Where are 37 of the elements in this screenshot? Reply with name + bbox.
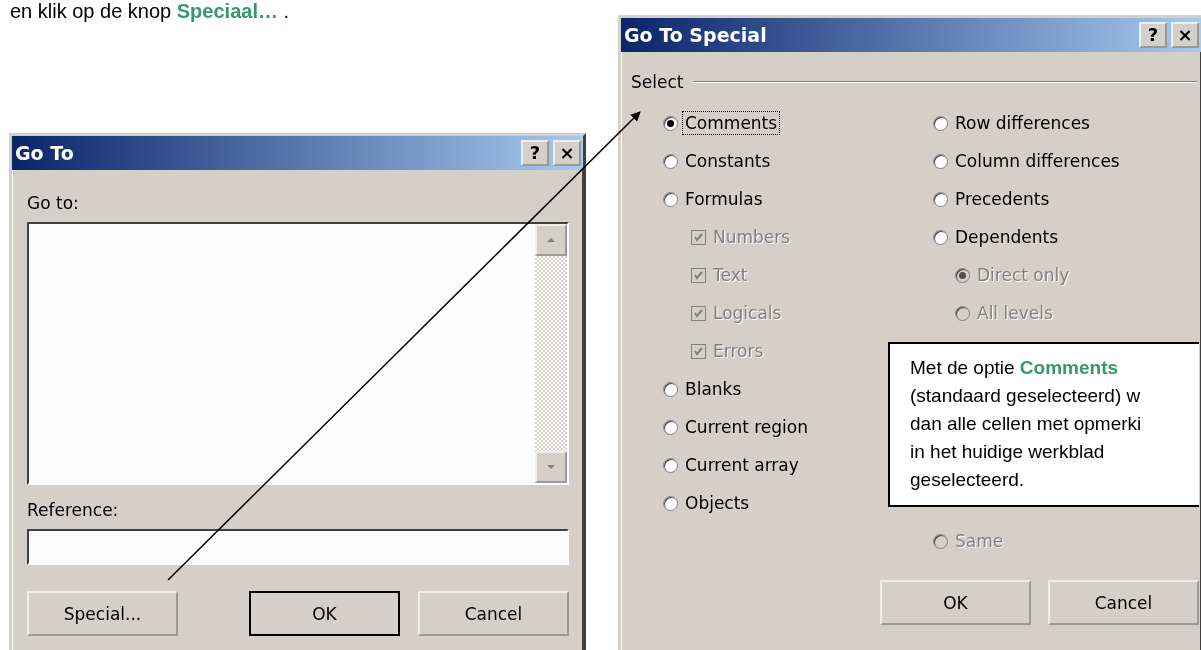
scrollbar[interactable] — [535, 224, 567, 483]
dialog-button[interactable]: OK — [880, 580, 1031, 625]
radio-button[interactable]: Current array — [663, 446, 806, 484]
field-label: Go to: — [27, 192, 79, 214]
close-button[interactable]: × — [553, 140, 581, 166]
dialog-button[interactable]: Cancel — [418, 591, 569, 636]
callout-text: (standaard geselecteerd) w — [910, 384, 1141, 408]
scroll-down-button[interactable] — [535, 451, 567, 483]
help-button[interactable]: ? — [521, 140, 549, 166]
dialog-button[interactable]: Cancel — [1048, 580, 1199, 625]
radio-button[interactable]: Current region — [663, 408, 816, 446]
triangle-down-icon — [545, 462, 557, 472]
callout-text: Met de optie Comments — [910, 356, 1119, 380]
radio-button[interactable]: Precedents — [933, 180, 1201, 218]
group-label: Select — [631, 72, 684, 92]
list-box[interactable] — [27, 222, 569, 485]
radio-button[interactable]: Dependents — [933, 218, 1201, 256]
dialog-button[interactable]: Special... — [27, 591, 178, 636]
window-title: Go To Special — [624, 24, 768, 46]
close-button[interactable]: × — [1171, 22, 1199, 48]
scroll-up-button[interactable] — [535, 224, 567, 256]
instruction-text: en klik op de knop Speciaal… . — [10, 0, 290, 23]
radio-button[interactable]: Row differences — [933, 104, 1201, 142]
radio-button[interactable]: Constants — [663, 142, 778, 180]
radio-button[interactable]: Blanks — [663, 370, 749, 408]
radio-button[interactable]: Formulas — [663, 180, 770, 218]
callout-text: in het huidige werkblad — [910, 440, 1105, 464]
window-title: Go To — [15, 142, 75, 164]
radio-button[interactable]: Column differences — [933, 142, 1201, 180]
field-label: Reference: — [27, 499, 119, 521]
triangle-up-icon — [545, 235, 557, 245]
callout-text: geselecteerd. — [910, 468, 1025, 492]
reference-field[interactable] — [27, 529, 569, 565]
help-button[interactable]: ? — [1139, 22, 1167, 48]
dialog-button[interactable]: OK — [249, 591, 400, 636]
callout-text: dan alle cellen met opmerki — [910, 412, 1142, 436]
radio-button[interactable]: Objects — [663, 484, 757, 522]
